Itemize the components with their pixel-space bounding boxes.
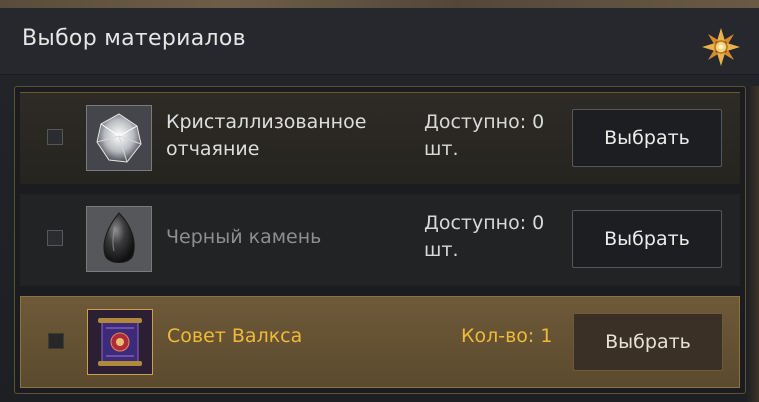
black-stone-icon — [87, 207, 151, 271]
select-button[interactable]: Выбрать — [572, 210, 722, 268]
material-availability: Доступно: 0 шт. — [424, 111, 545, 160]
select-button[interactable]: Выбрать — [573, 313, 723, 371]
material-quantity: Кол-во: 1 — [461, 325, 553, 347]
window-edge-shade — [746, 86, 759, 402]
material-selection-window: Выбор материалов Кристаллизованное отчая… — [0, 0, 759, 402]
material-row: Кристаллизованное отчаяние Доступно: 0 ш… — [20, 92, 740, 184]
material-icon-slot[interactable] — [86, 206, 152, 272]
material-availability: Доступно: 0 шт. — [424, 212, 545, 261]
select-button[interactable]: Выбрать — [572, 109, 722, 167]
material-name: Черный камень — [166, 226, 322, 248]
material-checkbox[interactable] — [47, 129, 63, 145]
material-icon-slot[interactable] — [86, 105, 152, 171]
star-emblem-icon[interactable] — [700, 26, 742, 68]
material-row-selected: Совет Валкса Кол-во: 1 Выбрать — [20, 296, 740, 388]
window-title: Выбор материалов — [22, 26, 246, 51]
crystal-icon — [87, 106, 151, 170]
material-name: Совет Валкса — [167, 325, 303, 347]
material-checkbox[interactable] — [48, 333, 64, 349]
valks-scroll-icon — [88, 310, 152, 374]
window-header: Выбор материалов — [0, 8, 759, 75]
material-checkbox[interactable] — [47, 230, 63, 246]
material-row: Черный камень Доступно: 0 шт. Выбрать — [20, 194, 740, 286]
window-top-strip — [0, 0, 759, 8]
material-icon-slot[interactable] — [87, 309, 153, 375]
material-name: Кристаллизованное отчаяние — [166, 111, 367, 160]
